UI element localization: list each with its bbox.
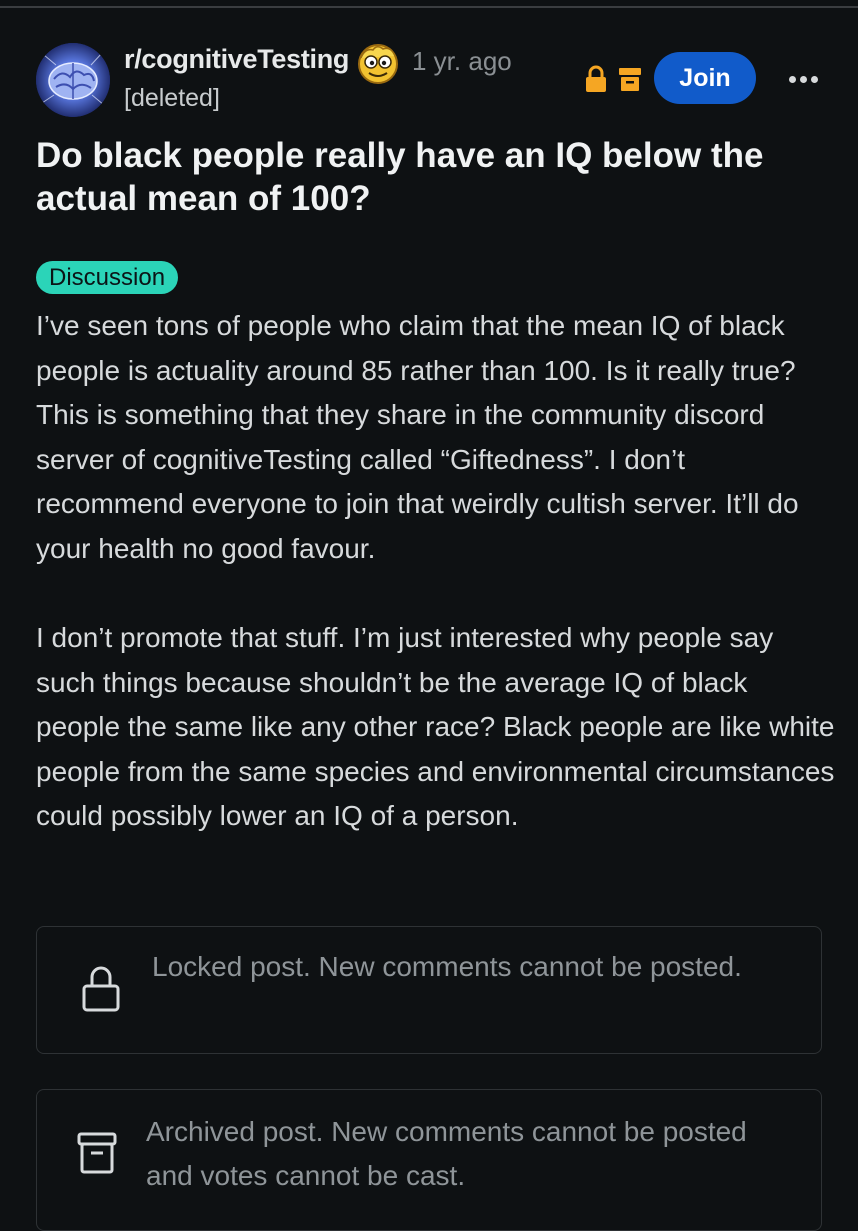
post-title: Do black people really have an IQ below … (36, 136, 764, 218)
archive-icon (618, 66, 642, 92)
lock-icon (584, 65, 608, 93)
flair-emoji-icon (355, 40, 401, 86)
archived-post-notice: Archived post. New comments cannot be po… (36, 1089, 822, 1231)
post-body: I’ve seen tons of people who claim that … (36, 304, 836, 884)
archive-outline-icon (77, 1130, 117, 1178)
top-divider (0, 6, 858, 8)
post-author[interactable]: [deleted] (124, 84, 220, 113)
post-paragraph: I’ve seen tons of people who claim that … (36, 310, 799, 564)
locked-notice-text: Locked post. New comments cannot be post… (152, 951, 742, 982)
join-button[interactable]: Join (654, 52, 756, 104)
locked-post-notice: Locked post. New comments cannot be post… (36, 926, 822, 1054)
post-flair-badge[interactable]: Discussion (36, 261, 179, 294)
lock-outline-icon (81, 964, 121, 1012)
post-paragraph: I don’t promote that stuff. I’m just int… (36, 622, 835, 831)
post-timestamp: 1 yr. ago (412, 46, 512, 76)
subreddit-name[interactable]: r/cognitiveTesting (124, 44, 349, 75)
subreddit-avatar-icon[interactable] (36, 43, 110, 117)
archived-notice-text: Archived post. New comments cannot be po… (146, 1116, 747, 1191)
more-options-icon[interactable] (786, 62, 820, 96)
